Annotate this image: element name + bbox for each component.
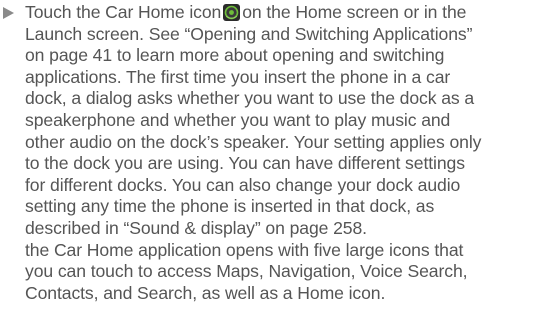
text-segment: on the Home screen or in the [242,2,467,22]
result-line: Contacts, and Search, as well as a Home … [25,282,386,303]
text-line: Launch screen. See “Opening and Switchin… [25,23,473,44]
text-line: on page 41 to learn more about opening a… [25,45,445,66]
result-line: you can touch to access Maps, Navigation… [25,261,468,282]
text-line: for different docks. You can also change… [25,174,461,195]
result-line: the Car Home application opens with five… [25,239,464,260]
text-line: other audio on the dock’s speaker. Your … [25,131,482,152]
text-line: described in “Sound & display” on page 2… [25,217,367,238]
text-line: to the dock you are using. You can have … [25,153,465,174]
text-line: speakerphone and whether you want to pla… [25,109,451,130]
instruction-text: Touch the Car Home icon on the Home scre… [25,2,541,304]
text-line: Touch the Car Home icon on the Home scre… [25,2,541,24]
text-segment: Touch the Car Home icon [25,2,222,22]
instruction-paragraph: Touch the Car Home icon on the Home scre… [0,2,541,304]
car-home-app-icon [223,4,241,21]
text-line: applications. The first time you insert … [25,66,451,87]
document-page: Touch the Car Home icon on the Home scre… [0,0,541,313]
text-line: dock, a dialog asks whether you want to … [25,88,475,109]
text-line: setting any time the phone is inserted i… [25,196,435,217]
